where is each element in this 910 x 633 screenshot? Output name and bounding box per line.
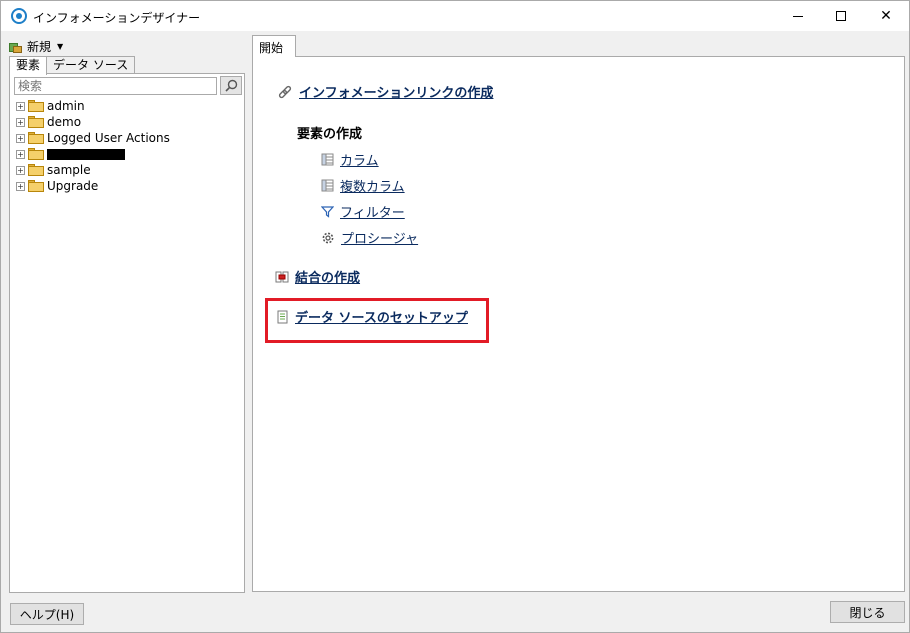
folder-icon xyxy=(28,132,44,144)
search-icon xyxy=(224,79,237,92)
multiple-columns-icon xyxy=(321,179,334,192)
tree-item-label: Logged User Actions xyxy=(47,131,170,145)
tree-item-label: Upgrade xyxy=(47,179,99,193)
start-panel: インフォメーションリンクの作成 要素の作成 カラム 複数カラム フィルター プロ… xyxy=(252,56,905,592)
create-multiple-columns-link[interactable]: 複数カラム xyxy=(321,176,405,195)
expand-icon[interactable]: + xyxy=(16,101,25,111)
tree-item[interactable]: + demo xyxy=(16,114,170,130)
element-creation-heading: 要素の作成 xyxy=(297,127,363,142)
create-column-link[interactable]: カラム xyxy=(321,150,379,169)
element-tree-panel: + admin + demo + Logged User Actions + + xyxy=(9,73,245,593)
create-information-link-label: インフォメーションリンクの作成 xyxy=(299,86,494,101)
folder-icon xyxy=(28,164,44,176)
expand-icon[interactable]: + xyxy=(16,117,25,127)
tree-item-label: demo xyxy=(47,115,82,129)
tree-item[interactable]: + sample xyxy=(16,162,170,178)
create-information-link[interactable]: インフォメーションリンクの作成 xyxy=(277,82,493,101)
procedure-label: プロシージャ xyxy=(341,232,419,247)
multiple-columns-label: 複数カラム xyxy=(340,180,405,195)
link-icon xyxy=(278,85,292,98)
new-icon xyxy=(9,41,23,53)
tree-item[interactable]: + Logged User Actions xyxy=(16,130,170,146)
tree-item[interactable]: + xyxy=(16,146,170,162)
column-label: カラム xyxy=(340,154,379,169)
maximize-button[interactable] xyxy=(818,1,864,31)
maximize-icon xyxy=(836,11,846,21)
close-window-button[interactable]: ✕ xyxy=(863,1,909,31)
minimize-button[interactable] xyxy=(775,1,821,31)
new-label: 新規 xyxy=(27,40,52,54)
minimize-icon xyxy=(793,15,803,17)
app-icon xyxy=(11,8,27,24)
folder-tree: + admin + demo + Logged User Actions + + xyxy=(16,98,170,194)
expand-icon[interactable]: + xyxy=(16,165,25,175)
create-join-label: 結合の作成 xyxy=(295,271,361,286)
folder-icon xyxy=(28,116,44,128)
tree-item-label: admin xyxy=(47,99,85,113)
left-tab-strip: 要素 データ ソース xyxy=(9,56,136,75)
tree-item[interactable]: + Upgrade xyxy=(16,178,170,194)
title-bar: インフォメーションデザイナー ✕ xyxy=(1,1,909,31)
create-join-link[interactable]: 結合の作成 xyxy=(275,267,360,286)
tree-item[interactable]: + admin xyxy=(16,98,170,114)
dropdown-arrow-icon: ▼ xyxy=(57,42,64,51)
information-designer-window: インフォメーションデザイナー ✕ 新規 ▼ 要素 データ ソース + admin xyxy=(0,0,910,633)
gear-icon xyxy=(322,232,334,243)
tree-item-label: sample xyxy=(47,163,91,177)
redacted-label xyxy=(47,148,125,160)
folder-icon xyxy=(28,148,44,160)
tab-start[interactable]: 開始 xyxy=(252,35,296,57)
filter-label: フィルター xyxy=(340,206,405,221)
expand-icon[interactable]: + xyxy=(16,133,25,143)
tab-elements[interactable]: 要素 xyxy=(9,56,48,75)
close-button[interactable]: 閉じる xyxy=(830,601,905,623)
tab-data-sources[interactable]: データ ソース xyxy=(46,56,136,74)
search-input[interactable] xyxy=(14,77,217,95)
folder-icon xyxy=(28,180,44,192)
new-menu-button[interactable]: 新規 ▼ xyxy=(9,38,63,55)
window-title: インフォメーションデザイナー xyxy=(33,11,201,25)
join-icon xyxy=(275,271,289,282)
filter-icon xyxy=(321,206,334,218)
folder-icon xyxy=(28,100,44,112)
create-filter-link[interactable]: フィルター xyxy=(321,202,405,221)
expand-icon[interactable]: + xyxy=(16,149,25,159)
help-button[interactable]: ヘルプ(H) xyxy=(10,603,84,625)
column-icon xyxy=(321,153,334,166)
search-button[interactable] xyxy=(220,76,242,95)
highlight-box xyxy=(265,298,489,343)
expand-icon[interactable]: + xyxy=(16,181,25,191)
close-icon: ✕ xyxy=(880,8,892,24)
create-procedure-link[interactable]: プロシージャ xyxy=(321,228,418,247)
